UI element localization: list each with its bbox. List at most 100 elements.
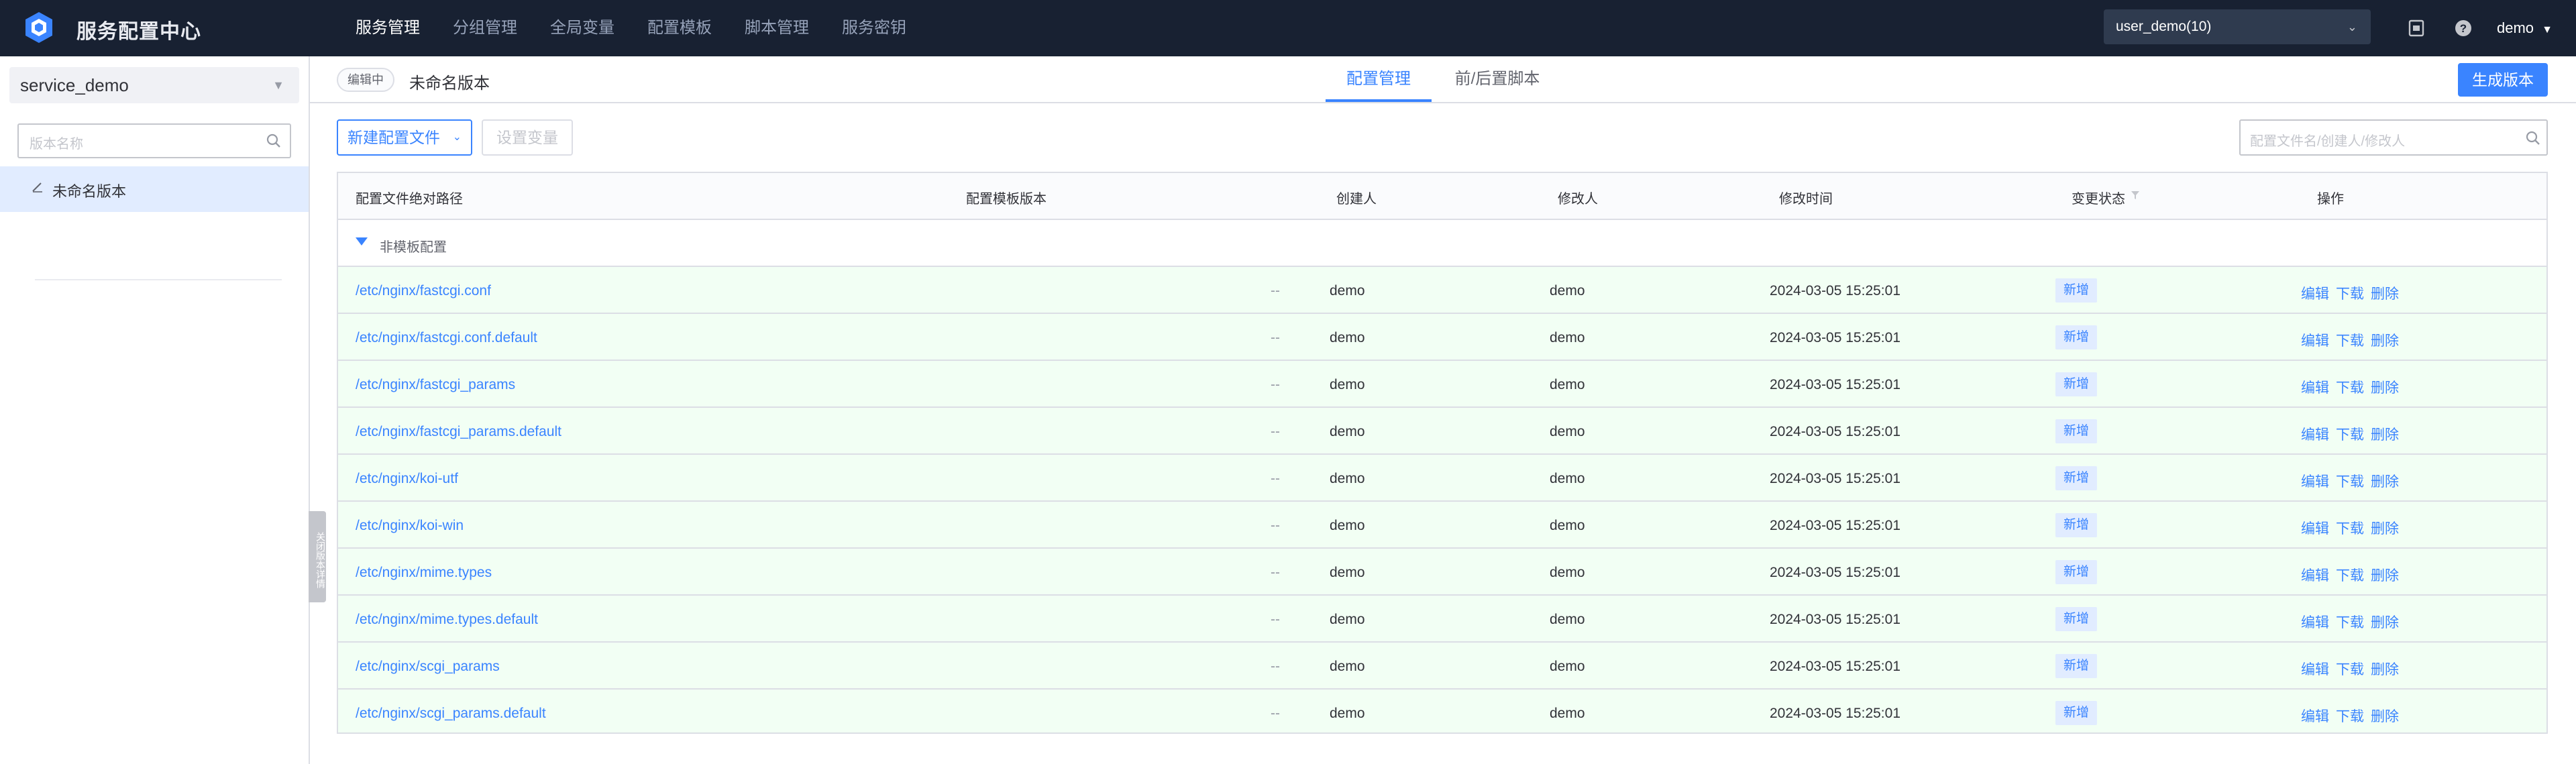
business-select[interactable]: user_demo(10) ⌄	[2104, 9, 2371, 44]
edit-link[interactable]: 编辑	[2301, 518, 2329, 538]
download-link[interactable]: 下载	[2336, 518, 2364, 538]
delete-link[interactable]: 删除	[2371, 424, 2399, 444]
edit-link[interactable]: 编辑	[2301, 424, 2329, 444]
config-path-link[interactable]: /etc/nginx/koi-win	[356, 518, 464, 534]
modifier-cell: demo	[1550, 283, 1585, 298]
creator-cell: demo	[1330, 283, 1365, 298]
delete-link[interactable]: 删除	[2371, 283, 2399, 303]
nav-item-script-management[interactable]: 脚本管理	[745, 0, 809, 56]
modified-time-cell: 2024-03-05 15:25:01	[1770, 330, 1900, 345]
column-header-modified-time: 修改时间	[1779, 192, 1833, 207]
modified-time-cell: 2024-03-05 15:25:01	[1770, 565, 1900, 580]
edit-link[interactable]: 编辑	[2301, 565, 2329, 585]
column-header-path: 配置文件绝对路径	[356, 192, 463, 207]
delete-link[interactable]: 删除	[2371, 377, 2399, 397]
config-path-link[interactable]: /etc/nginx/fastcgi.conf	[356, 283, 491, 299]
business-select-value: user_demo(10)	[2116, 19, 2212, 34]
delete-link[interactable]: 删除	[2371, 330, 2399, 350]
creator-cell: demo	[1330, 424, 1365, 439]
table-row: /etc/nginx/koi-utf -- demo demo 2024-03-05 1…	[338, 455, 2546, 502]
delete-link[interactable]: 删除	[2371, 706, 2399, 726]
edit-link[interactable]: 编辑	[2301, 706, 2329, 726]
config-path-link[interactable]: /etc/nginx/fastcgi_params.default	[356, 424, 561, 440]
edit-link[interactable]: 编辑	[2301, 330, 2329, 350]
config-path-link[interactable]: /etc/nginx/mime.types.default	[356, 612, 538, 628]
status-tag: 编辑中	[337, 68, 394, 92]
version-item-unnamed[interactable]: 未命名版本	[0, 166, 309, 212]
config-path-link[interactable]: /etc/nginx/fastcgi_params	[356, 377, 515, 393]
config-path-link[interactable]: /etc/nginx/scgi_params.default	[356, 706, 546, 722]
chevron-down-icon: ⌄	[2347, 20, 2357, 34]
delete-link[interactable]: 删除	[2371, 612, 2399, 632]
status-badge: 新增	[2055, 419, 2098, 443]
status-badge: 新增	[2055, 278, 2098, 303]
nav-item-config-templates[interactable]: 配置模板	[647, 0, 712, 56]
download-link[interactable]: 下载	[2336, 565, 2364, 585]
table-row: /etc/nginx/koi-win -- demo demo 2024-03-05 1…	[338, 502, 2546, 549]
delete-link[interactable]: 删除	[2371, 565, 2399, 585]
edit-link[interactable]: 编辑	[2301, 283, 2329, 303]
column-header-template-version: 配置模板版本	[966, 192, 1046, 207]
edit-link[interactable]: 编辑	[2301, 377, 2329, 397]
delete-link[interactable]: 删除	[2371, 471, 2399, 491]
edit-link[interactable]: 编辑	[2301, 659, 2329, 679]
config-path-link[interactable]: /etc/nginx/scgi_params	[356, 659, 500, 675]
download-link[interactable]: 下载	[2336, 706, 2364, 726]
download-link[interactable]: 下载	[2336, 283, 2364, 303]
new-config-file-button[interactable]: 新建配置文件 ⌄	[337, 119, 472, 156]
search-icon[interactable]	[2525, 130, 2541, 146]
logo-icon[interactable]	[24, 11, 54, 44]
table-row: /etc/nginx/fastcgi.conf.default -- demo dem…	[338, 314, 2546, 361]
download-link[interactable]: 下载	[2336, 659, 2364, 679]
download-link[interactable]: 下载	[2336, 377, 2364, 397]
generate-version-button[interactable]: 生成版本	[2458, 63, 2548, 97]
config-search-input[interactable]: 配置文件名/创建人/修改人	[2239, 119, 2548, 156]
status-badge: 新增	[2055, 560, 2098, 584]
user-menu[interactable]: demo ▼	[2497, 0, 2553, 56]
caret-down-icon[interactable]	[356, 237, 368, 245]
service-select[interactable]: service_demo ▼	[9, 67, 299, 103]
app-title[interactable]: 服务配置中心	[76, 15, 201, 44]
column-header-actions: 操作	[2317, 192, 2344, 207]
nav-item-global-variables[interactable]: 全局变量	[550, 0, 614, 56]
search-icon[interactable]	[266, 133, 282, 149]
svg-text:?: ?	[2460, 22, 2467, 35]
set-variables-button[interactable]: 设置变量	[482, 119, 573, 156]
edit-link[interactable]: 编辑	[2301, 471, 2329, 491]
document-icon[interactable]	[2407, 19, 2426, 38]
config-path-link[interactable]: /etc/nginx/fastcgi.conf.default	[356, 330, 537, 346]
tab-pre-post-scripts[interactable]: 前/后置脚本	[1453, 56, 1542, 102]
delete-link[interactable]: 删除	[2371, 518, 2399, 538]
tab-config-management[interactable]: 配置管理	[1326, 56, 1432, 102]
template-version-cell: --	[1271, 330, 1280, 345]
modified-time-cell: 2024-03-05 15:25:01	[1770, 471, 1900, 486]
version-sidebar: service_demo ▼ 版本名称 未命名版本	[0, 56, 310, 764]
config-main-panel: 新建配置文件 ⌄ 设置变量 配置文件名/创建人/修改人 配置文件绝对路径 配置模…	[310, 103, 2576, 764]
status-badge: 新增	[2055, 701, 2098, 725]
modified-time-cell: 2024-03-05 15:25:01	[1770, 283, 1900, 298]
delete-link[interactable]: 删除	[2371, 659, 2399, 679]
download-link[interactable]: 下载	[2336, 612, 2364, 632]
download-link[interactable]: 下载	[2336, 424, 2364, 444]
filter-icon[interactable]	[2131, 190, 2140, 200]
help-icon[interactable]: ?	[2454, 19, 2473, 38]
divider	[35, 279, 282, 280]
config-path-link[interactable]: /etc/nginx/koi-utf	[356, 471, 458, 487]
nav-item-service-management[interactable]: 服务管理	[356, 0, 420, 56]
template-version-cell: --	[1271, 659, 1280, 674]
group-row-non-template[interactable]: 非模板配置	[338, 220, 2546, 267]
version-search-input[interactable]: 版本名称	[17, 123, 291, 158]
download-link[interactable]: 下载	[2336, 471, 2364, 491]
config-path-link[interactable]: /etc/nginx/mime.types	[356, 565, 492, 581]
modifier-cell: demo	[1550, 612, 1585, 627]
template-version-cell: --	[1271, 424, 1280, 439]
status-badge: 新增	[2055, 466, 2098, 490]
download-link[interactable]: 下载	[2336, 330, 2364, 350]
modifier-cell: demo	[1550, 471, 1585, 486]
nav-item-group-management[interactable]: 分组管理	[453, 0, 517, 56]
column-header-modifier: 修改人	[1558, 192, 1598, 207]
column-header-change-status: 变更状态	[2072, 192, 2125, 207]
caret-down-icon: ▼	[2542, 24, 2553, 36]
edit-link[interactable]: 编辑	[2301, 612, 2329, 632]
nav-item-service-keys[interactable]: 服务密钥	[842, 0, 906, 56]
